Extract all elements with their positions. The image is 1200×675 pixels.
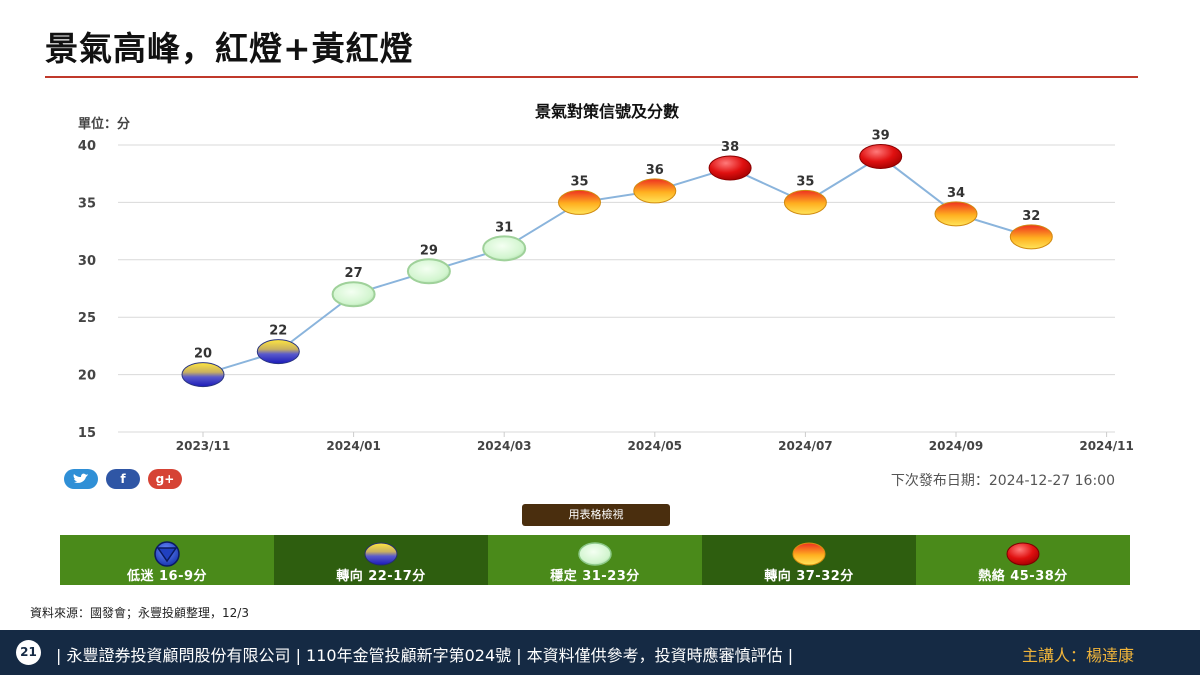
data-label: 35: [570, 174, 588, 189]
table-view-button[interactable]: 用表格檢視: [522, 504, 670, 526]
green-signal-icon: [578, 542, 612, 566]
footer-bar: 21 | 永豐證券投資顧問股份有限公司 | 110年金管投顧新字第024號 | …: [0, 630, 1200, 675]
x-tick-label: 2024/03: [477, 439, 531, 453]
y-tick-label: 20: [78, 369, 96, 384]
data-point-yellow-red[interactable]: [934, 201, 978, 227]
y-tick-label: 35: [78, 196, 96, 211]
data-point-yellow-red[interactable]: [1009, 224, 1053, 250]
series-line: [202, 155, 1032, 376]
data-label: 20: [194, 347, 212, 362]
data-label: 27: [345, 266, 363, 281]
legend-item-red: 熱絡 45-38分: [916, 535, 1130, 585]
data-point-yellow-red[interactable]: [783, 189, 827, 215]
x-tick-label: 2024/09: [929, 439, 983, 453]
legend-item-green: 穩定 31-23分: [488, 535, 702, 585]
data-label: 32: [1022, 209, 1040, 224]
data-label: 36: [646, 163, 664, 178]
x-tick-label: 2024/05: [628, 439, 682, 453]
legend-item-yellow-red: 轉向 37-32分: [702, 535, 916, 585]
data-point-green[interactable]: [331, 281, 376, 308]
data-label: 34: [947, 186, 965, 201]
next-release-date: 下次發布日期：2024-12-27 16:00: [890, 473, 1115, 489]
speaker-name: 主講人：楊達康: [1021, 646, 1134, 665]
yellow-red-signal-icon: [792, 542, 826, 566]
x-tick-label: 2023/11: [176, 439, 230, 453]
data-label: 39: [872, 128, 890, 143]
google-plus-icon[interactable]: g+: [148, 469, 182, 489]
legend-item-blue-yellow: 轉向 22-17分: [274, 535, 488, 585]
y-tick-label: 25: [78, 311, 96, 326]
data-point-green[interactable]: [406, 258, 451, 285]
blue-signal-icon: [154, 541, 180, 567]
legend-item-blue: 低迷 16-9分: [60, 535, 274, 585]
data-label: 35: [796, 174, 814, 189]
x-tick-label: 2024/01: [326, 439, 380, 453]
data-point-red[interactable]: [859, 143, 903, 169]
y-tick-label: 40: [78, 139, 96, 154]
blue-yellow-signal-icon: [364, 542, 398, 566]
page-number: 21: [16, 640, 41, 665]
source-note: 資料來源：國發會；永豐投顧整理，12/3: [30, 606, 249, 620]
twitter-icon[interactable]: [64, 469, 98, 489]
data-point-blue-yellow[interactable]: [181, 362, 225, 388]
data-label: 38: [721, 140, 739, 155]
signal-legend: 低迷 16-9分 轉向 22-17分 穩定 31-23分 轉向 37-32分 熱…: [60, 535, 1130, 585]
data-point-red[interactable]: [708, 155, 752, 181]
y-tick-label: 15: [78, 426, 96, 441]
y-tick-label: 30: [78, 254, 96, 269]
data-label: 31: [495, 220, 513, 235]
data-point-green[interactable]: [482, 235, 527, 262]
chart-title: 景氣對策信號及分數: [535, 102, 679, 121]
data-point-yellow-red[interactable]: [633, 178, 677, 204]
red-signal-icon: [1006, 542, 1040, 566]
unit-label: 單位：分: [78, 116, 130, 132]
x-tick-label: 2024/11: [1079, 439, 1133, 453]
facebook-icon[interactable]: f: [106, 469, 140, 489]
data-label: 29: [420, 243, 438, 258]
data-label: 22: [269, 324, 287, 339]
data-point-blue-yellow[interactable]: [256, 339, 300, 365]
footer-disclaimer: | 永豐證券投資顧問股份有限公司 | 110年金管投顧新字第024號 | 本資料…: [56, 646, 794, 665]
data-point-yellow-red[interactable]: [558, 189, 601, 215]
signal-score-chart: 景氣對策信號及分數 單位：分 15 20 25 30 35 40 2023/11 2024/…: [78, 102, 1134, 453]
x-tick-label: 2024/07: [778, 439, 832, 453]
